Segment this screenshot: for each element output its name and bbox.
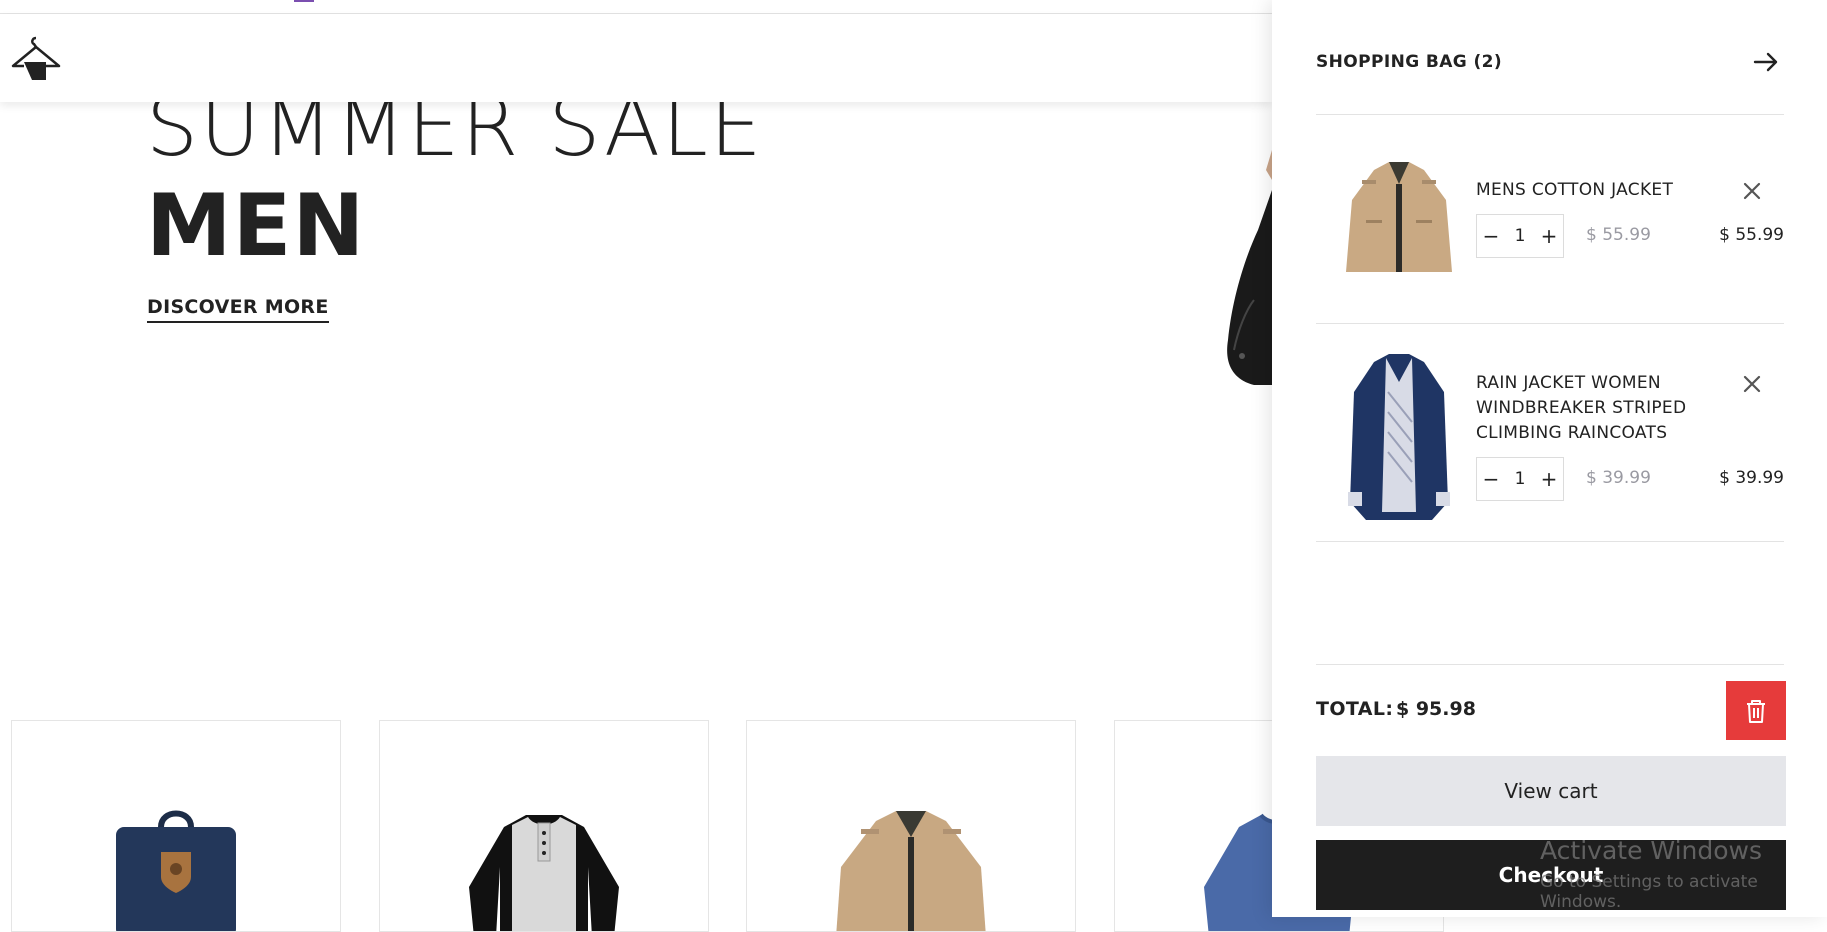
clear-cart-button[interactable]: [1726, 681, 1786, 740]
close-icon[interactable]: [1742, 181, 1762, 201]
navy-raincoat-image: [1348, 354, 1450, 520]
view-cart-button[interactable]: View cart: [1316, 756, 1786, 826]
hanger-logo-icon[interactable]: [10, 32, 62, 84]
windows-watermark-subtitle: Go to Settings to activate Windows.: [1540, 872, 1758, 912]
cart-title: SHOPPING BAG (2): [1316, 52, 1503, 72]
quantity-stepper[interactable]: − 1 +: [1476, 214, 1564, 258]
cart-item-name[interactable]: RAIN JACKET WOMEN WINDBREAKER STRIPED CL…: [1476, 371, 1696, 446]
quantity-value: 1: [1514, 469, 1526, 489]
quantity-stepper[interactable]: − 1 +: [1476, 457, 1564, 501]
hero-title: MEN: [146, 176, 366, 276]
total-value: $ 95.98: [1396, 698, 1476, 720]
product-card[interactable]: [379, 720, 709, 932]
unit-price: $ 39.99: [1586, 468, 1651, 488]
divider: [1316, 114, 1784, 115]
trash-icon: [1747, 699, 1765, 723]
backpack-image: [116, 810, 236, 931]
site-header: [0, 14, 1272, 102]
increase-quantity-button[interactable]: +: [1535, 458, 1563, 500]
increase-quantity-button[interactable]: +: [1535, 215, 1563, 257]
line-total: $ 39.99: [1719, 468, 1784, 488]
divider: [1316, 664, 1784, 665]
henley-shirt-image: [469, 815, 619, 931]
tab-indicator: [294, 0, 314, 2]
line-total: $ 55.99: [1719, 225, 1784, 245]
divider: [1316, 541, 1784, 542]
discover-more-link[interactable]: DISCOVER MORE: [147, 296, 329, 323]
decrease-quantity-button[interactable]: −: [1477, 215, 1505, 257]
close-icon[interactable]: [1742, 374, 1762, 394]
windows-watermark-title: Activate Windows: [1540, 836, 1762, 865]
cart-drawer: SHOPPING BAG (2) MENS COTTON JACKET − 1 …: [1272, 0, 1827, 917]
khaki-jacket-image: [1346, 162, 1452, 272]
divider: [1316, 323, 1784, 324]
arrow-right-icon[interactable]: [1750, 46, 1782, 78]
product-card[interactable]: [11, 720, 341, 932]
product-card[interactable]: [746, 720, 1076, 932]
quantity-value: 1: [1514, 226, 1526, 246]
cart-item-name[interactable]: MENS COTTON JACKET: [1476, 178, 1696, 203]
hero-model-bag-image: [1227, 150, 1272, 385]
cotton-jacket-image: [836, 811, 986, 931]
unit-price: $ 55.99: [1586, 225, 1651, 245]
decrease-quantity-button[interactable]: −: [1477, 458, 1505, 500]
total-label: TOTAL:: [1316, 698, 1394, 720]
